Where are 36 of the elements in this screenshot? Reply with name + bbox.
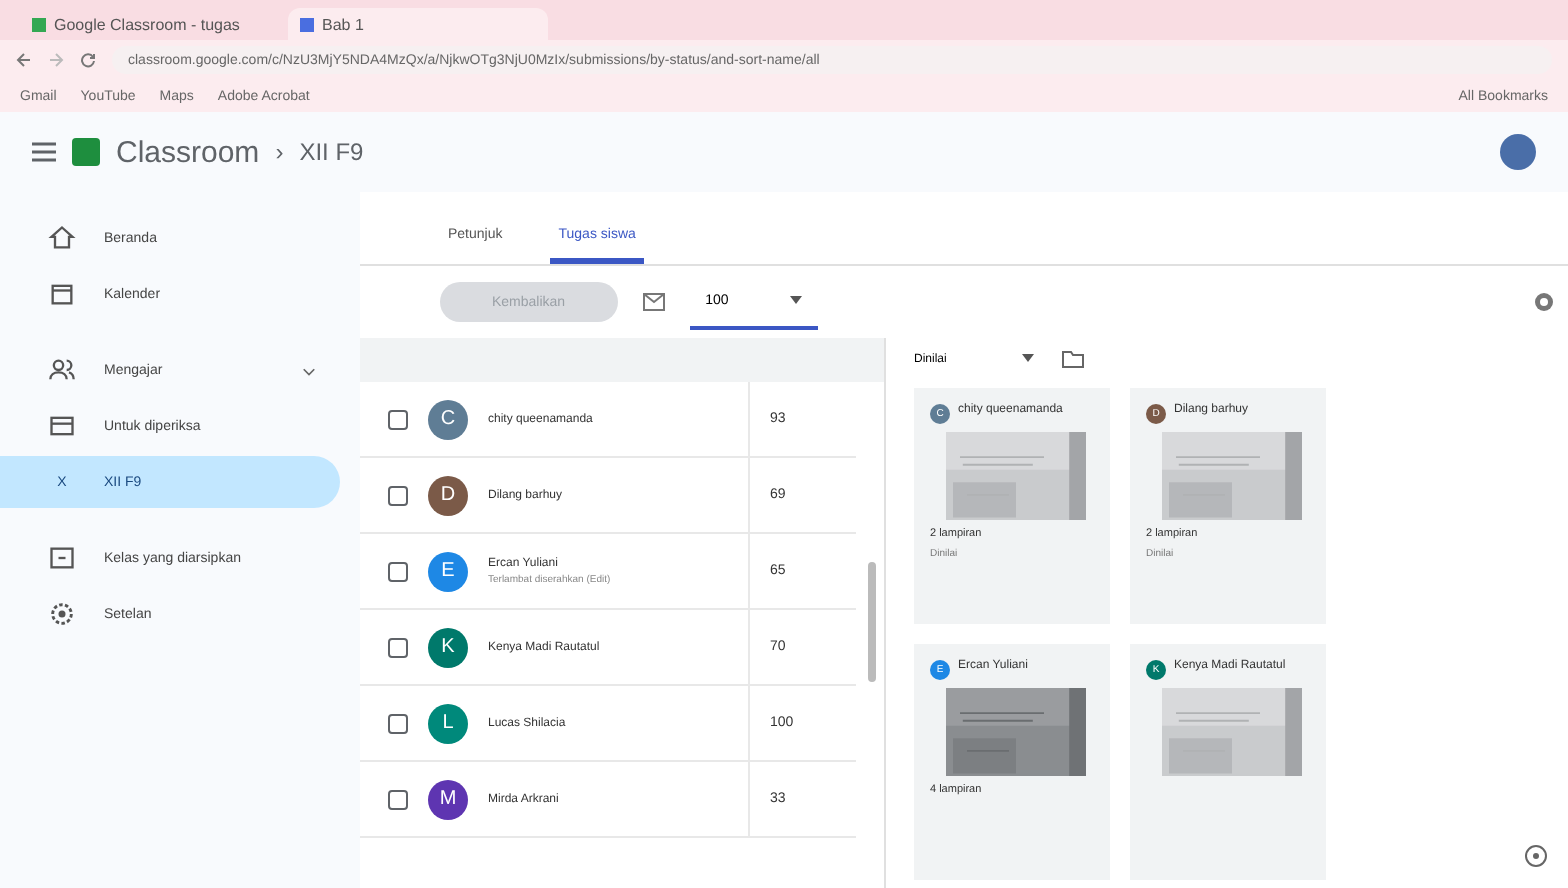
chevron-icon[interactable] — [302, 363, 316, 377]
checkbox[interactable] — [388, 637, 408, 657]
app-title[interactable]: Classroom — [116, 135, 260, 169]
checkbox[interactable] — [388, 561, 408, 581]
mail-icon[interactable] — [641, 292, 666, 312]
account-avatar[interactable] — [1500, 134, 1536, 170]
caret-icon — [789, 296, 802, 304]
settings-icon[interactable] — [1532, 290, 1556, 314]
checkbox[interactable] — [388, 789, 408, 809]
student-avatar: M — [428, 779, 468, 819]
breadcrumb-separator: › — [275, 138, 284, 166]
classroom-logo-icon — [72, 138, 100, 166]
student-avatar: C — [428, 399, 468, 439]
menu-icon[interactable] — [32, 142, 56, 162]
people-icon — [48, 356, 76, 384]
browser-tab[interactable]: Google Classroom - tugas — [20, 8, 280, 40]
browser-tab[interactable]: Bab 1 — [288, 8, 548, 40]
settings-icon — [48, 600, 76, 628]
class-title[interactable]: XII F9 — [299, 138, 364, 166]
home-icon — [48, 224, 76, 252]
student-avatar: E — [428, 551, 468, 591]
tray-icon — [48, 412, 76, 440]
reload-icon[interactable] — [80, 52, 96, 68]
student-avatar: K — [428, 627, 468, 667]
back-icon[interactable] — [16, 52, 32, 68]
archive-icon — [48, 544, 76, 572]
caret-icon — [1022, 353, 1034, 361]
checkbox[interactable] — [388, 713, 408, 733]
student-avatar: L — [428, 703, 468, 743]
scrollbar[interactable] — [868, 562, 876, 682]
help-icon[interactable] — [1524, 844, 1548, 868]
folder-icon[interactable] — [1062, 350, 1084, 368]
student-avatar: D — [428, 475, 468, 515]
calendar-icon — [48, 280, 76, 308]
checkbox[interactable] — [388, 409, 408, 429]
checkbox[interactable] — [388, 485, 408, 505]
